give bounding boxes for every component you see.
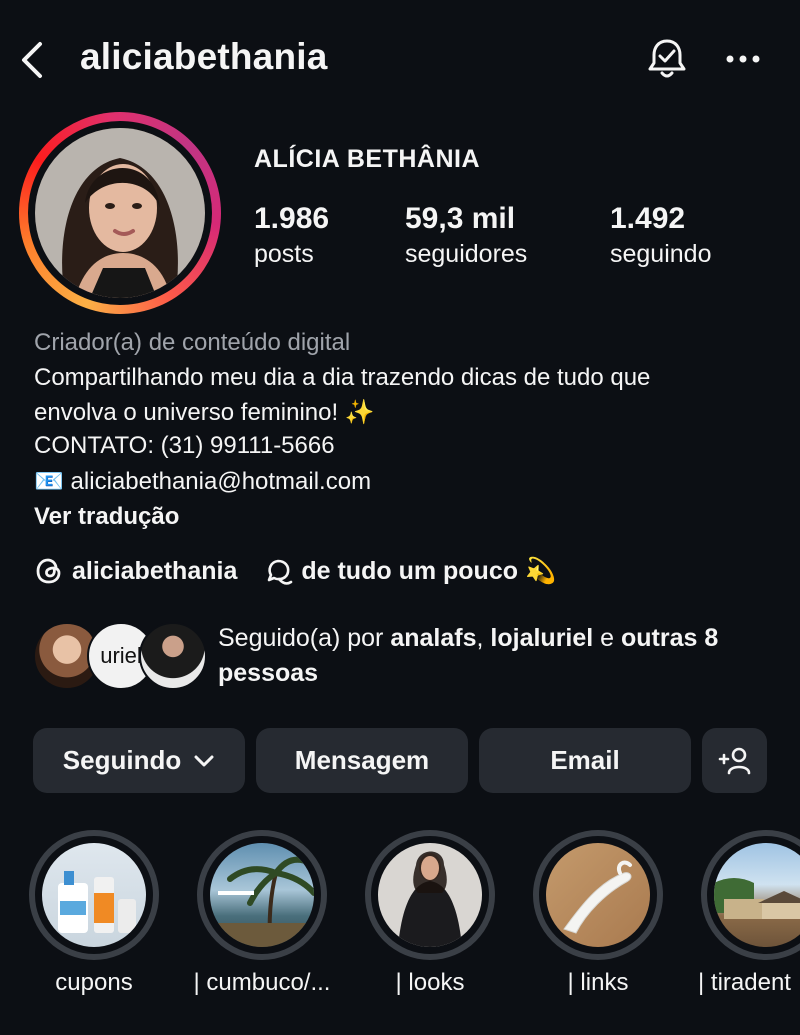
profile-links-row: aliciabethania de tudo um pouco 💫 [34,554,556,588]
bio-line: envolva o universo feminino! ✨ [34,399,375,426]
mutual-avatar [139,622,207,690]
see-translation-link[interactable]: Ver tradução [34,503,179,531]
threads-icon[interactable] [34,556,64,586]
add-person-icon [718,747,750,774]
page-title: aliciabethania [80,36,328,77]
following-count[interactable]: 1.492 seguindo [610,202,711,269]
posts-count[interactable]: 1.986 posts [254,202,329,269]
mutual-followers-avatars[interactable]: uriel [33,622,207,690]
bio-contact-phone: CONTATO: (31) 99111-5666 [34,432,335,459]
broadcast-channel-link[interactable]: de tudo um pouco 💫 [301,557,556,586]
highlight-label: | links [567,969,629,996]
stat-label: seguindo [610,240,712,268]
mutual-avatar-logo-text: uriel [100,643,142,668]
stat-label: seguidores [405,240,528,268]
more-options-icon[interactable] [722,44,764,74]
highlight-cover [378,843,482,947]
email-button[interactable]: Email [479,728,691,793]
highlight-cover [546,843,650,947]
message-button[interactable]: Mensagem [256,728,468,793]
stat-value: 1.492 [610,202,686,235]
suggested-users-button[interactable] [702,728,767,793]
highlight-cover [42,843,146,947]
stat-value: 59,3 mil [405,202,516,235]
stat-label: posts [254,240,314,268]
highlight-label: | looks [395,969,465,996]
highlight-label: cupons [55,969,133,996]
profile-photo [35,128,205,298]
threads-handle-link[interactable]: aliciabethania [72,557,237,586]
notification-bell-icon[interactable] [644,36,690,82]
channel-chat-icon[interactable] [263,556,293,586]
highlight-cumbuco[interactable] [197,830,327,960]
profile-full-name: ALÍCIA BETHÂNIA [254,145,481,173]
highlight-label: | cumbuco/... [193,969,331,996]
highlight-cover [210,843,314,947]
bio-line: Compartilhando meu dia a dia trazendo di… [34,364,651,391]
highlight-label: | tiradent [698,969,791,996]
highlight-links[interactable] [533,830,663,960]
following-button[interactable]: Seguindo [33,728,245,793]
profile-avatar[interactable] [19,112,221,314]
bio-contact-email[interactable]: 📧 aliciabethania@hotmail.com [34,467,371,496]
stat-value: 1.986 [254,202,330,235]
chevron-down-icon [194,755,214,766]
profile-photo-illustration [35,128,205,298]
highlight-tiradentes[interactable] [701,830,800,960]
followers-count[interactable]: 59,3 mil seguidores [405,202,527,269]
back-arrow-icon[interactable] [18,40,48,80]
highlight-cupons[interactable] [29,830,159,960]
highlight-looks[interactable] [365,830,495,960]
followed-by-text[interactable]: Seguido(a) por analafs, lojaluriel e out… [218,621,778,691]
profile-category: Criador(a) de conteúdo digital [34,329,351,356]
